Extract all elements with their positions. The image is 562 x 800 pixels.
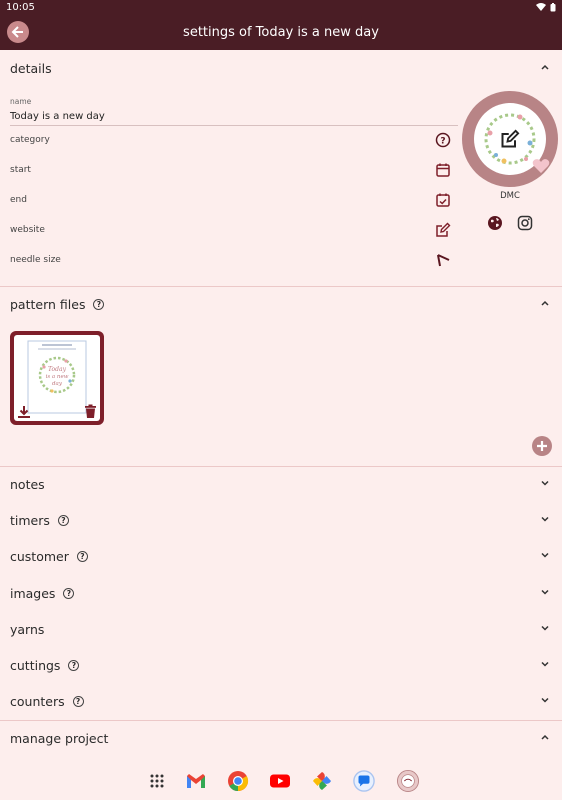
section-timers-title: timers (10, 512, 50, 528)
edit-image-icon[interactable] (500, 129, 520, 149)
start-label: start (10, 165, 31, 175)
help-icon[interactable]: ? (63, 587, 75, 599)
back-arrow-icon (11, 26, 23, 38)
pattern-file-card[interactable]: Today is a new day (10, 331, 104, 425)
chevron-down-icon (541, 480, 549, 486)
section-manage-project-title: manage project (10, 730, 109, 746)
section-notes-header[interactable]: notes (0, 466, 562, 502)
gmail-icon[interactable] (185, 770, 207, 792)
status-bar: 10:05 (0, 0, 562, 14)
section-pattern-files-header[interactable]: pattern files ? (0, 286, 562, 322)
name-input[interactable]: Today is a new day (10, 111, 105, 122)
help-icon[interactable]: ? (57, 514, 69, 526)
instagram-icon[interactable] (517, 215, 533, 231)
pattern-title-line1: Today (48, 366, 67, 373)
section-counters-title: counters (10, 693, 65, 709)
app-icon[interactable] (397, 770, 419, 792)
section-cuttings-title: cuttings (10, 657, 61, 673)
photos-icon[interactable] (311, 770, 333, 792)
help-icon[interactable]: ? (76, 550, 88, 562)
section-counters-header[interactable]: counters ? (0, 683, 562, 719)
battery-icon (550, 2, 556, 11)
status-icons (536, 2, 556, 12)
status-time: 10:05 (6, 1, 35, 13)
category-label: category (10, 135, 50, 145)
heart-icon[interactable] (532, 158, 550, 174)
section-cuttings-header[interactable]: cuttings ? (0, 647, 562, 683)
download-icon[interactable] (17, 405, 31, 419)
pattern-title-line2: is a new (46, 374, 69, 380)
section-images-header[interactable]: images ? (0, 575, 562, 611)
section-customer-header[interactable]: customer ? (0, 538, 562, 574)
pattern-title-line3: day (52, 381, 63, 387)
pattern-file-preview: Today is a new day (14, 335, 100, 421)
help-icon[interactable]: ? (68, 659, 80, 671)
end-label: end (10, 195, 27, 205)
edit-icon[interactable] (434, 221, 452, 239)
chevron-down-icon (541, 697, 549, 703)
section-details-header[interactable]: details (0, 50, 562, 86)
section-details-title: details (10, 60, 52, 76)
name-underline (10, 125, 458, 126)
name-label: name (10, 97, 32, 106)
section-pattern-files-title: pattern files (10, 296, 86, 312)
svg-text:?: ? (440, 137, 445, 147)
youtube-icon[interactable] (269, 770, 291, 792)
section-notes-title: notes (10, 476, 45, 492)
globe-icon[interactable] (487, 215, 503, 231)
chevron-down-icon (541, 661, 549, 667)
website-label: website (10, 225, 45, 235)
messages-icon[interactable] (353, 770, 375, 792)
chevron-down-icon (541, 625, 549, 631)
needle-icon[interactable] (434, 251, 452, 269)
calendar-check-icon[interactable] (434, 191, 452, 209)
help-icon[interactable]: ? (72, 695, 84, 707)
section-yarns-title: yarns (10, 621, 45, 637)
app-bar: settings of Today is a new day (0, 14, 562, 50)
delete-icon[interactable] (84, 404, 97, 419)
chevron-down-icon (541, 552, 549, 558)
section-images-title: images (10, 585, 56, 601)
wifi-icon (536, 3, 546, 11)
help-icon[interactable]: ? (93, 298, 105, 310)
back-button[interactable] (7, 21, 29, 43)
page-title: settings of Today is a new day (183, 24, 379, 40)
section-yarns-header[interactable]: yarns (0, 611, 562, 647)
section-customer-title: customer (10, 548, 69, 564)
chevron-down-icon (541, 589, 549, 595)
plus-icon (537, 441, 547, 451)
chrome-icon[interactable] (227, 770, 249, 792)
calendar-icon[interactable] (434, 161, 452, 179)
needle-size-label: needle size (10, 255, 61, 265)
section-timers-header[interactable]: timers ? (0, 502, 562, 538)
section-manage-project-header[interactable]: manage project (0, 720, 562, 756)
apps-grid-icon[interactable] (146, 770, 168, 792)
chevron-up-icon (541, 64, 549, 70)
chevron-down-icon (541, 516, 549, 522)
chevron-up-icon (541, 300, 549, 306)
brand-label: DMC (500, 191, 520, 201)
help-circle-icon[interactable]: ? (434, 131, 452, 149)
chevron-up-icon (541, 734, 549, 740)
add-pattern-file-button[interactable] (532, 436, 552, 456)
